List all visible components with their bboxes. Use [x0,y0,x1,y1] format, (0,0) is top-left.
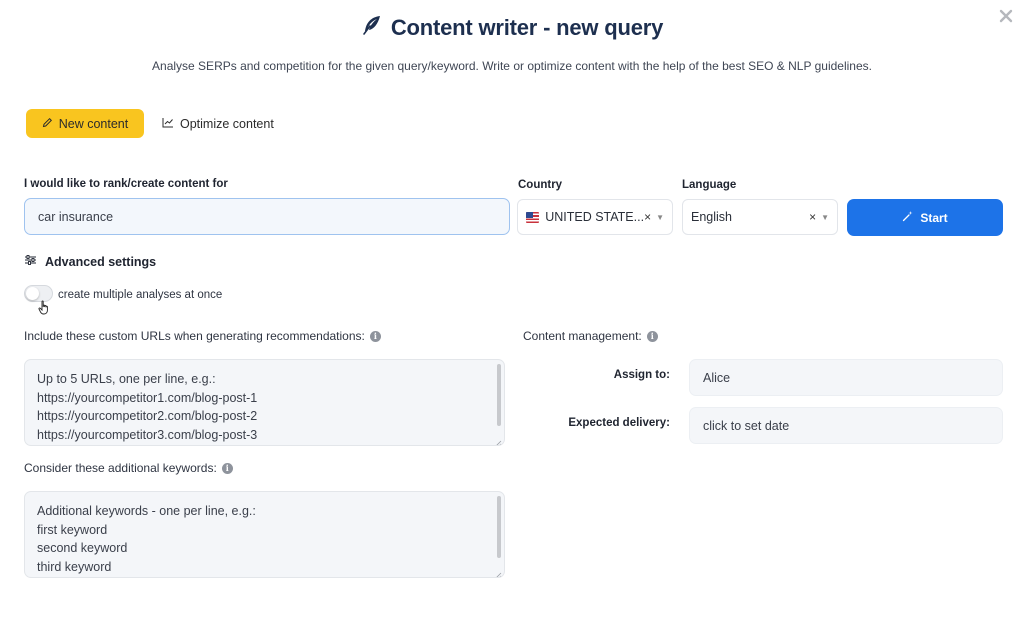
expected-delivery-label: Expected delivery: [568,417,670,429]
tab-optimize-content[interactable]: Optimize content [162,109,274,138]
pencil-icon [42,117,53,131]
advanced-settings-toggle[interactable]: Advanced settings [24,254,156,269]
language-select[interactable]: English × ▼ [682,199,838,235]
assign-to-field[interactable]: Alice [689,359,1003,396]
tab-optimize-content-label: Optimize content [180,116,274,131]
tab-new-content[interactable]: New content [26,109,144,138]
start-button-label: Start [920,210,948,225]
multiple-analyses-label: create multiple analyses at once [58,289,223,301]
sliders-icon [24,254,37,269]
line-chart-icon [162,117,174,131]
additional-keywords-label: Consider these additional keywords: [24,461,217,475]
tab-new-content-label: New content [58,116,129,131]
additional-keywords-field [24,491,505,578]
country-select[interactable]: UNITED STATE... × ▼ [517,199,673,235]
custom-urls-label: Include these custom URLs when generatin… [24,329,365,343]
advanced-settings-label: Advanced settings [45,254,157,269]
custom-urls-label-row: Include these custom URLs when generatin… [24,329,381,343]
expected-delivery-field[interactable]: click to set date [689,407,1003,444]
custom-urls-field [24,359,505,446]
content-management-label-row: Content management: i [523,329,658,343]
resize-grip-icon[interactable] [494,567,502,577]
start-button[interactable]: Start [847,199,1003,236]
assign-to-value: Alice [703,370,731,385]
info-icon[interactable]: i [646,330,658,342]
content-writer-modal: Content writer - new query Analyse SERPs… [0,0,1024,620]
additional-keywords-textarea[interactable] [25,492,504,577]
scrollbar[interactable] [496,496,502,565]
chevron-down-icon[interactable]: ▼ [656,213,664,222]
expected-delivery-value: click to set date [703,418,790,433]
country-value: UNITED STATE... [545,210,645,224]
magic-wand-icon [902,210,914,225]
info-icon[interactable]: i [221,462,233,474]
feather-quill-icon [361,14,383,41]
clear-language-icon[interactable]: × [809,210,816,224]
chevron-down-icon[interactable]: ▼ [821,213,829,222]
language-value: English [691,210,732,224]
info-icon[interactable]: i [369,330,381,342]
page-title: Content writer - new query [390,14,664,40]
custom-urls-textarea[interactable] [25,360,504,445]
us-flag-icon [526,211,540,223]
hand-pointer-icon [38,300,50,320]
switch-knob [26,287,39,300]
keyword-input[interactable] [24,198,510,235]
modal-header: Content writer - new query [0,14,1024,41]
language-label: Language [682,179,737,191]
clear-country-icon[interactable]: × [644,210,651,224]
resize-grip-icon[interactable] [494,435,502,445]
assign-to-label: Assign to: [613,369,670,381]
page-subtitle: Analyse SERPs and competition for the gi… [152,59,872,73]
country-label: Country [518,179,563,191]
additional-keywords-label-row: Consider these additional keywords: i [24,461,233,475]
content-management-label: Content management: [523,329,642,343]
query-label: I would like to rank/create content for [24,178,228,190]
scrollbar[interactable] [496,364,502,433]
